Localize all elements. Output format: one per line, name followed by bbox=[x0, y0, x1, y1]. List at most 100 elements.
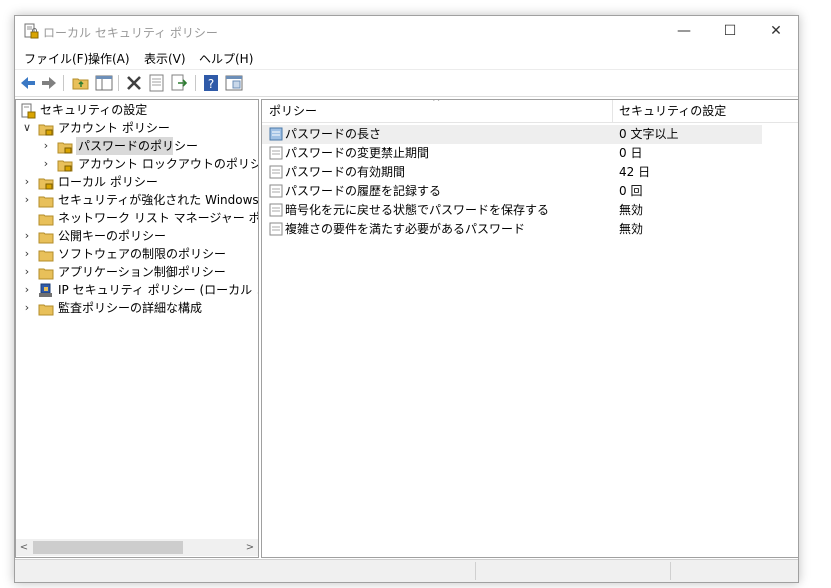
list-row[interactable]: 複雑さの要件を満たす必要があるパスワード 無効 bbox=[262, 220, 798, 239]
chevron-right-icon[interactable]: › bbox=[21, 229, 33, 243]
scroll-right-arrow-icon[interactable]: > bbox=[243, 540, 257, 555]
list-row[interactable]: パスワードの変更禁止期間 0 日 bbox=[262, 144, 798, 163]
chevron-right-icon[interactable]: › bbox=[40, 139, 52, 153]
chevron-right-icon[interactable]: › bbox=[21, 265, 33, 279]
folder-icon bbox=[38, 304, 54, 316]
policy-setting-icon bbox=[269, 146, 283, 160]
policy-setting-icon bbox=[269, 203, 283, 217]
tree-item-public-key[interactable]: › 公開キーのポリシー bbox=[16, 228, 258, 246]
tree-item-audit-policy[interactable]: › 監査ポリシーの詳細な構成 bbox=[16, 300, 258, 318]
menu-bar: ファイル(F) 操作(A) 表示(V) ヘルプ(H) bbox=[15, 47, 798, 69]
tree-item-defender-firewall[interactable]: › セキュリティが強化された Windows Defender ファイアウォール bbox=[16, 192, 259, 210]
tree-item-label: アカウント ロックアウトのポリシー bbox=[78, 157, 259, 171]
folder-icon bbox=[38, 250, 54, 262]
scroll-thumb[interactable] bbox=[33, 541, 183, 554]
forward-arrow-icon[interactable] bbox=[39, 73, 59, 93]
header-divider bbox=[262, 122, 798, 123]
tree-item-label: アプリケーション制御ポリシー bbox=[58, 265, 226, 279]
chevron-right-icon[interactable]: › bbox=[21, 247, 33, 261]
list-row[interactable]: パスワードの履歴を記録する 0 回 bbox=[262, 182, 798, 201]
tree-item-label: 監査ポリシーの詳細な構成 bbox=[58, 301, 203, 315]
policy-name: 複雑さの要件を満たす必要があるパスワード bbox=[285, 222, 526, 236]
tree-item-label: アカウント ポリシー bbox=[58, 121, 170, 135]
toolbar: ? bbox=[15, 69, 798, 97]
policy-setting-icon bbox=[269, 127, 283, 141]
tree-item-software-restriction[interactable]: › ソフトウェアの制限のポリシー bbox=[16, 246, 258, 264]
chevron-down-icon[interactable]: ∨ bbox=[21, 121, 33, 135]
folder-icon bbox=[38, 196, 54, 208]
export-list-icon[interactable] bbox=[170, 73, 190, 93]
folder-icon bbox=[38, 214, 54, 226]
show-hide-tree-icon[interactable] bbox=[94, 73, 114, 93]
column-header-policy[interactable]: ポリシー bbox=[269, 100, 317, 122]
list-row[interactable]: 暗号化を元に戻せる状態でパスワードを保存する 無効 bbox=[262, 201, 798, 220]
column-header-setting[interactable]: セキュリティの設定 bbox=[619, 100, 726, 122]
chevron-right-icon[interactable]: › bbox=[21, 283, 33, 297]
locked-folder-icon bbox=[57, 142, 73, 154]
local-security-policy-window: ローカル セキュリティ ポリシー — ☐ ✕ ファイル(F) 操作(A) 表示(… bbox=[14, 15, 799, 583]
policy-setting-icon bbox=[269, 165, 283, 179]
menu-file[interactable]: ファイル(F) bbox=[24, 50, 88, 67]
delete-icon[interactable] bbox=[124, 73, 144, 93]
chevron-right-icon[interactable]: › bbox=[21, 301, 33, 315]
menu-help[interactable]: ヘルプ(H) bbox=[199, 50, 253, 67]
tree-item-app-control[interactable]: › アプリケーション制御ポリシー bbox=[16, 264, 258, 282]
status-divider bbox=[670, 562, 671, 580]
ip-security-icon bbox=[39, 283, 52, 297]
console-tree-icon[interactable] bbox=[224, 73, 244, 93]
properties-icon[interactable] bbox=[147, 73, 167, 93]
tree-item-label: 公開キーのポリシー bbox=[58, 229, 167, 243]
tree-item-label: セキュリティが強化された Windows Defender ファイアウォール bbox=[58, 193, 259, 207]
minimize-button[interactable]: — bbox=[661, 16, 707, 47]
security-settings-icon bbox=[21, 103, 36, 119]
tree-item-label: パスワードのポリシー bbox=[78, 139, 199, 153]
policy-name: パスワードの変更禁止期間 bbox=[285, 146, 430, 160]
scroll-left-arrow-icon[interactable]: < bbox=[17, 540, 31, 555]
tree-item-lockout-policy[interactable]: › アカウント ロックアウトのポリシー bbox=[16, 156, 259, 174]
window-title: ローカル セキュリティ ポリシー bbox=[43, 26, 218, 40]
policy-value: 0 日 bbox=[619, 146, 643, 160]
tree-root[interactable]: セキュリティの設定 bbox=[16, 102, 258, 120]
maximize-button[interactable]: ☐ bbox=[707, 16, 753, 47]
folder-icon bbox=[38, 268, 54, 280]
column-divider[interactable] bbox=[612, 100, 613, 122]
help-icon[interactable]: ? bbox=[201, 73, 221, 93]
tree-item-label: IP セキュリティ ポリシー (ローカル コンピューター) bbox=[58, 283, 258, 297]
list-row[interactable]: パスワードの有効期間 42 日 bbox=[262, 163, 798, 182]
chevron-right-icon[interactable]: › bbox=[21, 193, 33, 207]
tree-item-ip-security[interactable]: › IP セキュリティ ポリシー (ローカル コンピューター) bbox=[16, 282, 258, 300]
status-bar bbox=[15, 559, 798, 582]
tree-item-account-policy[interactable]: ∨ アカウント ポリシー bbox=[16, 120, 258, 138]
list-row[interactable]: パスワードの長さ 0 文字以上 bbox=[262, 125, 762, 144]
policy-value: 0 文字以上 bbox=[619, 127, 679, 141]
tree-item-label: ローカル ポリシー bbox=[58, 175, 158, 189]
folder-icon bbox=[38, 232, 54, 244]
details-pane: ^ ポリシー セキュリティの設定 パスワードの長さ 0 文字以上 パスワードの変… bbox=[261, 99, 799, 558]
locked-folder-icon bbox=[38, 178, 54, 190]
policy-name: 暗号化を元に戻せる状態でパスワードを保存する bbox=[285, 203, 550, 217]
tree-item-local-policy[interactable]: › ローカル ポリシー bbox=[16, 174, 258, 192]
back-arrow-icon[interactable] bbox=[18, 73, 38, 93]
tree-horizontal-scrollbar[interactable]: < > bbox=[16, 539, 258, 556]
policy-value: 無効 bbox=[619, 222, 644, 236]
menu-action[interactable]: 操作(A) bbox=[88, 50, 130, 67]
locked-folder-icon bbox=[38, 124, 54, 136]
chevron-right-icon[interactable]: › bbox=[40, 157, 52, 171]
policy-value: 0 回 bbox=[619, 184, 643, 198]
tree-item-label: ソフトウェアの制限のポリシー bbox=[58, 247, 227, 261]
policy-name: パスワードの有効期間 bbox=[285, 165, 406, 179]
policy-name: パスワードの長さ bbox=[285, 127, 382, 141]
tree-item-password-policy[interactable]: › パスワードのポリシー bbox=[16, 137, 258, 156]
policy-name: パスワードの履歴を記録する bbox=[285, 184, 442, 198]
close-button[interactable]: ✕ bbox=[753, 16, 799, 47]
policy-setting-icon bbox=[269, 222, 283, 236]
tree-root-label: セキュリティの設定 bbox=[40, 103, 148, 117]
policy-setting-icon bbox=[269, 184, 283, 198]
menu-view[interactable]: 表示(V) bbox=[144, 50, 186, 67]
up-folder-icon[interactable] bbox=[71, 73, 91, 93]
status-divider bbox=[475, 562, 476, 580]
tree-item-network-list[interactable]: ネットワーク リスト マネージャー ポリシー bbox=[16, 210, 258, 228]
chevron-right-icon[interactable]: › bbox=[21, 175, 33, 189]
security-policy-app-icon bbox=[24, 23, 39, 39]
title-bar[interactable]: ローカル セキュリティ ポリシー — ☐ ✕ bbox=[15, 16, 798, 47]
